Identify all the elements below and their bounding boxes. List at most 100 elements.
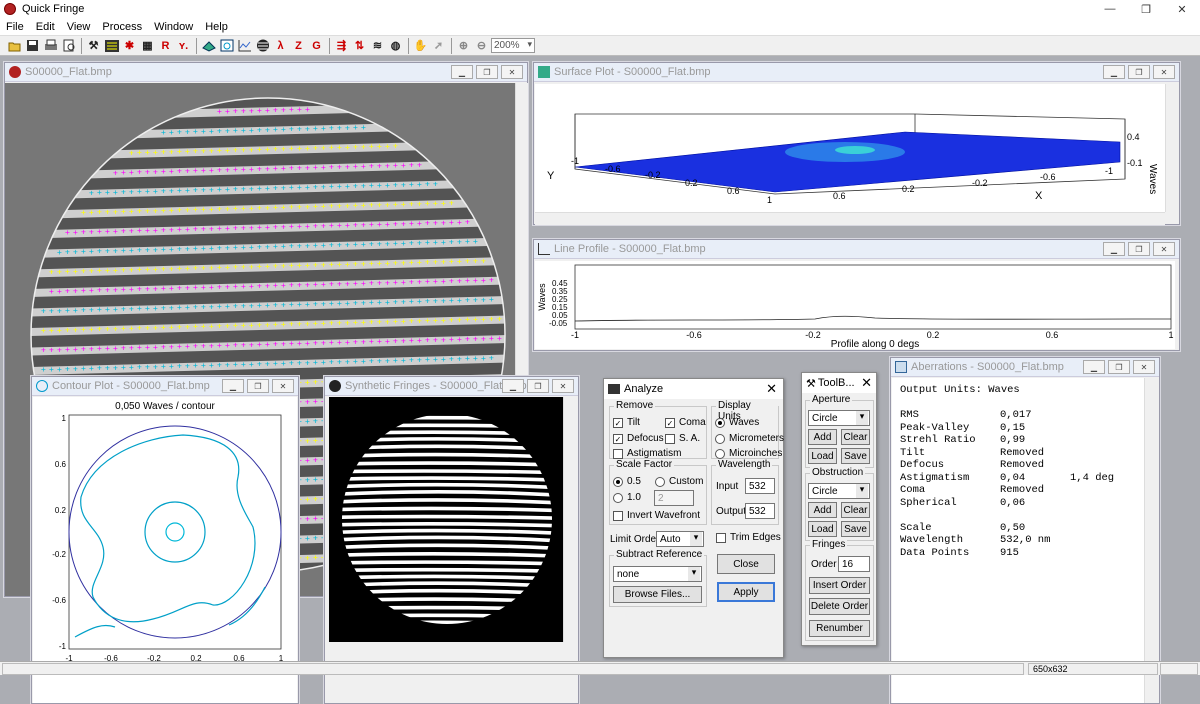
g-icon[interactable]: G	[308, 37, 325, 54]
contour-plot[interactable]: 0,050 Waves / contour 1 0.6 0.2 -0.2 -0.…	[33, 397, 297, 703]
horizontal-scrollbar[interactable]	[535, 212, 1165, 225]
scale-custom-radio[interactable]: Custom	[655, 476, 703, 487]
y-icon[interactable]: ʏ.	[175, 37, 192, 54]
order-stepper[interactable]: 16	[838, 556, 870, 572]
contour-plot-icon[interactable]	[218, 37, 235, 54]
arrows-icon[interactable]: ✱	[121, 37, 138, 54]
zoom-out-icon[interactable]: ⊖	[473, 37, 490, 54]
vertical-scrollbar[interactable]	[563, 397, 576, 642]
browse-files-button[interactable]: Browse Files...	[613, 586, 702, 603]
restore-button[interactable]: ❐	[527, 379, 549, 393]
sa-checkbox[interactable]: S. A.	[665, 433, 700, 444]
close-dialog-button[interactable]: Close	[717, 554, 775, 574]
scale-10-radio[interactable]: 1.0	[613, 492, 641, 503]
invert-wavefront-checkbox[interactable]: Invert Wavefront	[613, 510, 700, 521]
line-profile-icon[interactable]	[236, 37, 253, 54]
synthetic-fringes-icon[interactable]	[254, 37, 271, 54]
trim-edges-checkbox[interactable]: Trim Edges	[716, 532, 781, 543]
print-icon[interactable]	[42, 37, 59, 54]
line-profile-plot[interactable]: Waves Profile along 0 degs 0.45 0.35 0.2…	[535, 261, 1175, 349]
zoom-select[interactable]: 200%	[491, 38, 535, 53]
obstruction-load-button[interactable]: Load	[808, 521, 837, 537]
r-icon[interactable]: R	[157, 37, 174, 54]
close-button[interactable]: ✕	[501, 65, 523, 79]
restore-button[interactable]: ❐	[247, 379, 269, 393]
minimize-button[interactable]: ▁	[1083, 360, 1105, 374]
custom-scale-input[interactable]: 2	[654, 490, 694, 506]
fringe-edit-icon[interactable]	[103, 37, 120, 54]
minimize-button[interactable]: —	[1092, 0, 1128, 18]
minimize-button[interactable]: ▁	[1103, 242, 1125, 256]
pointer-icon[interactable]: ➚	[430, 37, 447, 54]
apply-button[interactable]: Apply	[717, 582, 775, 602]
aperture-load-button[interactable]: Load	[808, 448, 837, 464]
hand-icon[interactable]: ✋	[412, 37, 429, 54]
obstruction-save-button[interactable]: Save	[841, 521, 870, 537]
fringe-marker: +	[281, 164, 286, 173]
pattern-icon[interactable]: ≋	[369, 37, 386, 54]
obstruction-shape-select[interactable]: Circle	[808, 483, 870, 499]
subtract-reference-select[interactable]: none	[613, 566, 702, 582]
aperture-shape-select[interactable]: Circle	[808, 410, 870, 426]
menu-process[interactable]: Process	[96, 21, 148, 33]
tools-icon[interactable]: ⚒	[85, 37, 102, 54]
menu-view[interactable]: View	[61, 21, 97, 33]
lambda-icon[interactable]: λ	[272, 37, 289, 54]
save-icon[interactable]	[24, 37, 41, 54]
astigmatism-checkbox[interactable]: Astigmatism	[613, 448, 681, 459]
minimize-button[interactable]: ▁	[1103, 65, 1125, 79]
delete-order-button[interactable]: Delete Order	[809, 598, 870, 615]
fringe-pattern-icon[interactable]: ◍	[387, 37, 404, 54]
tilt-checkbox[interactable]: ✓ Tilt	[613, 417, 640, 428]
restore-button[interactable]: ❐	[1128, 242, 1150, 256]
minimize-button[interactable]: ▁	[502, 379, 524, 393]
coma-checkbox[interactable]: ✓ Coma	[665, 417, 706, 428]
obstruction-clear-button[interactable]: Clear	[841, 502, 870, 518]
grid-icon[interactable]: ▦	[139, 37, 156, 54]
fringe-marker: +	[233, 282, 238, 291]
close-button[interactable]: ✕	[1153, 65, 1175, 79]
menu-file[interactable]: File	[0, 21, 30, 33]
zernike-icon[interactable]: Z	[290, 37, 307, 54]
aperture-save-button[interactable]: Save	[841, 448, 870, 464]
restore-button[interactable]: ❐	[1108, 360, 1130, 374]
edit-points-icon[interactable]: ⇶	[333, 37, 350, 54]
restore-button[interactable]: ❐	[476, 65, 498, 79]
aperture-add-button[interactable]: Add	[808, 429, 837, 445]
wavelength-output-field[interactable]: 532	[745, 503, 775, 519]
restore-button[interactable]: ❐	[1128, 0, 1164, 18]
minimize-button[interactable]: ▁	[222, 379, 244, 393]
renumber-button[interactable]: Renumber	[809, 620, 870, 637]
waves-radio[interactable]: Waves	[715, 417, 759, 428]
microinches-radio[interactable]: Microinches	[715, 448, 782, 459]
menu-help[interactable]: Help	[199, 21, 234, 33]
close-button[interactable]: ✕	[1164, 0, 1200, 18]
restore-button[interactable]: ❐	[1128, 65, 1150, 79]
close-button[interactable]: ✕	[766, 381, 777, 397]
micrometers-radio[interactable]: Micrometers	[715, 433, 784, 444]
vertical-scrollbar[interactable]	[1165, 84, 1178, 212]
minimize-button[interactable]: ▁	[451, 65, 473, 79]
open-icon[interactable]	[6, 37, 23, 54]
wavelength-input-field[interactable]: 532	[745, 478, 775, 494]
close-button[interactable]: ✕	[1153, 242, 1175, 256]
print-preview-icon[interactable]	[60, 37, 77, 54]
synthetic-fringes-image[interactable]	[329, 397, 566, 642]
surface-plot-icon[interactable]	[200, 37, 217, 54]
close-button[interactable]: ✕	[1133, 360, 1155, 374]
obstruction-add-button[interactable]: Add	[808, 502, 837, 518]
scale-05-radio[interactable]: 0.5	[613, 476, 641, 487]
insert-order-button[interactable]: Insert Order	[809, 577, 870, 594]
menu-edit[interactable]: Edit	[30, 21, 61, 33]
aperture-clear-button[interactable]: Clear	[841, 429, 870, 445]
close-button[interactable]: ✕	[861, 375, 872, 391]
close-button[interactable]: ✕	[552, 379, 574, 393]
limit-order-select[interactable]: Auto	[656, 531, 704, 547]
defocus-checkbox[interactable]: ✓ Defocus	[613, 433, 664, 444]
vertical-scrollbar[interactable]	[1144, 378, 1157, 703]
surface-plot[interactable]: Y X Waves -1 -0.6 -0.2 0.2 0.6 1 0.6 0.2…	[535, 84, 1165, 214]
menu-window[interactable]: Window	[148, 21, 199, 33]
zoom-in-icon[interactable]: ⊕	[455, 37, 472, 54]
close-button[interactable]: ✕	[272, 379, 294, 393]
edit-lines-icon[interactable]: ⇅	[351, 37, 368, 54]
